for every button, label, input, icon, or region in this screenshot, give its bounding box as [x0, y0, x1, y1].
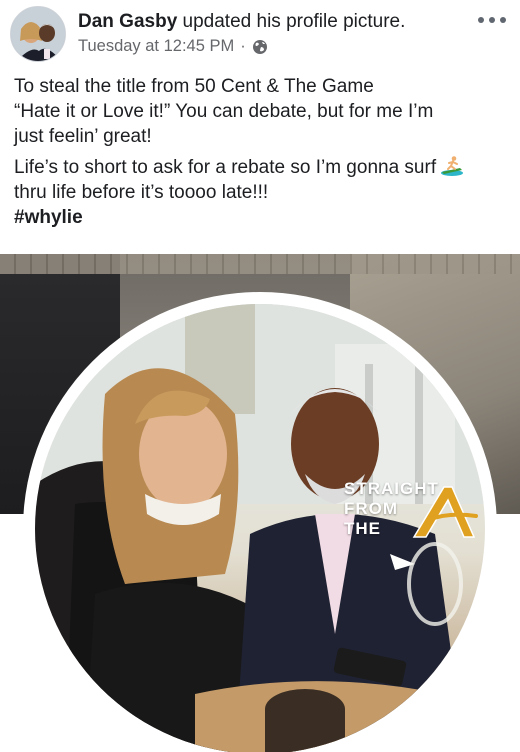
- post-paragraph-2: Life’s to short to ask for a rebate so I…: [14, 155, 510, 230]
- text-line: Life’s to short to ask for a rebate so I…: [14, 157, 437, 178]
- post-header: Dan Gasby updated his profile picture. T…: [0, 0, 520, 66]
- watermark-a-icon: [412, 486, 478, 538]
- more-dot: [500, 17, 506, 23]
- text-line: “Hate it or Love it!” You can debate, bu…: [14, 101, 434, 122]
- globe-icon[interactable]: [252, 39, 268, 55]
- hashtag-link[interactable]: #whylie: [14, 205, 510, 230]
- text-line-with-emoji: Life’s to short to ask for a rebate so I…: [14, 155, 510, 180]
- profile-photo[interactable]: STRAIGHT FROM THE: [0, 254, 520, 752]
- avatar-image: [11, 7, 65, 61]
- action-text: updated his profile picture.: [177, 11, 406, 32]
- author-name[interactable]: Dan Gasby: [78, 11, 177, 32]
- author-line: Dan Gasby updated his profile picture.: [78, 11, 405, 33]
- post-text: To steal the title from 50 Cent & The Ga…: [14, 74, 510, 236]
- more-dot: [478, 17, 484, 23]
- text-line: To steal the title from 50 Cent & The Ga…: [14, 76, 374, 97]
- text-line: thru life before it’s toooo late!!!: [14, 182, 269, 203]
- photo-background-deck: [0, 254, 520, 274]
- watermark-logo: STRAIGHT FROM THE: [344, 480, 484, 542]
- avatar[interactable]: [10, 6, 66, 62]
- more-dot: [489, 17, 495, 23]
- post-paragraph-1: To steal the title from 50 Cent & The Ga…: [14, 74, 510, 149]
- meta-separator: ·: [240, 37, 246, 55]
- watermark-line-3: THE: [344, 519, 381, 538]
- timestamp[interactable]: Tuesday at 12:45 PM: [78, 37, 234, 56]
- surfer-icon: [440, 155, 464, 177]
- text-line: just feelin’ great!: [14, 126, 152, 147]
- facebook-post: Dan Gasby updated his profile picture. T…: [0, 0, 520, 752]
- more-options-icon[interactable]: [478, 12, 506, 28]
- watermark-line-2: FROM: [344, 499, 399, 518]
- post-meta: Tuesday at 12:45 PM ·: [78, 37, 268, 56]
